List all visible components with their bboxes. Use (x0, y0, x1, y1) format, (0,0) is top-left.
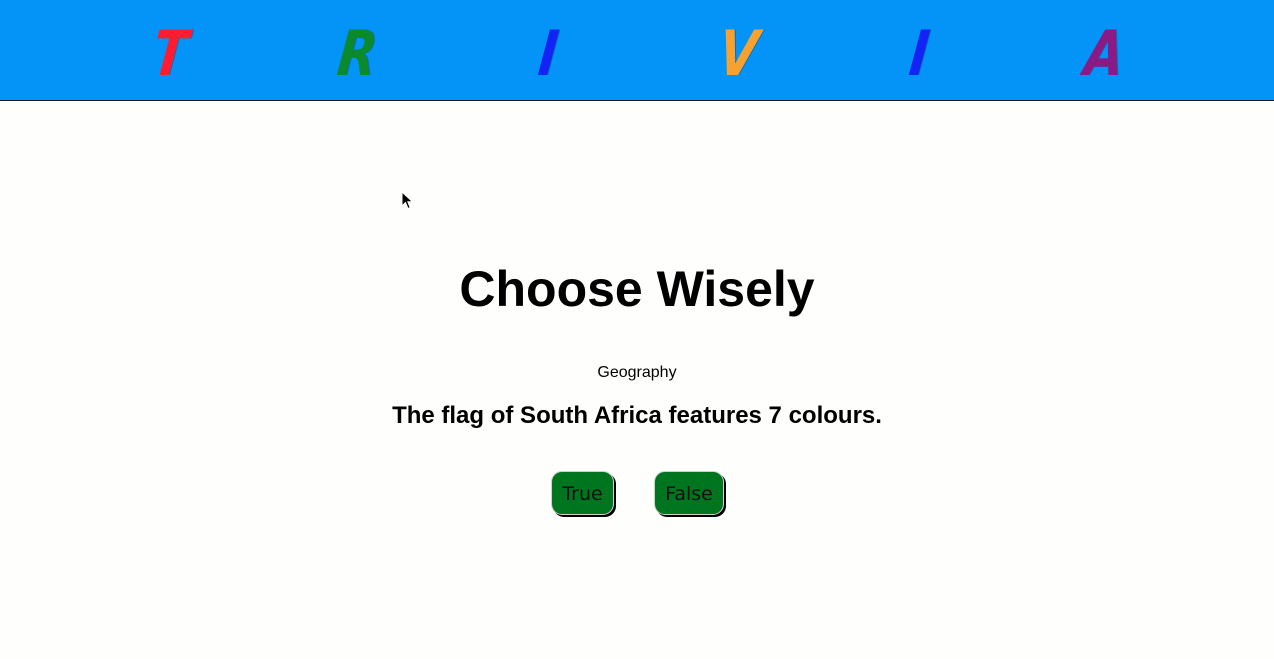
title-letter-t: T (149, 17, 192, 91)
true-button[interactable]: True (551, 471, 614, 515)
title-letter-i-second: I (906, 17, 933, 91)
page-title: Choose Wisely (459, 261, 815, 317)
question-category: Geography (597, 364, 677, 381)
title-letter-a: A (1081, 17, 1128, 91)
title-letter-v: V (715, 17, 762, 91)
false-button[interactable]: False (654, 471, 724, 515)
title-banner: T R I V I A (0, 0, 1274, 101)
arrow-cursor-icon (401, 191, 414, 210)
title-letter-i-first: I (535, 17, 562, 91)
quiz-panel: Choose Wisely Geography The flag of Sout… (0, 101, 1274, 659)
question-text: The flag of South Africa features 7 colo… (392, 402, 882, 429)
title-letter-r: R (334, 17, 381, 91)
